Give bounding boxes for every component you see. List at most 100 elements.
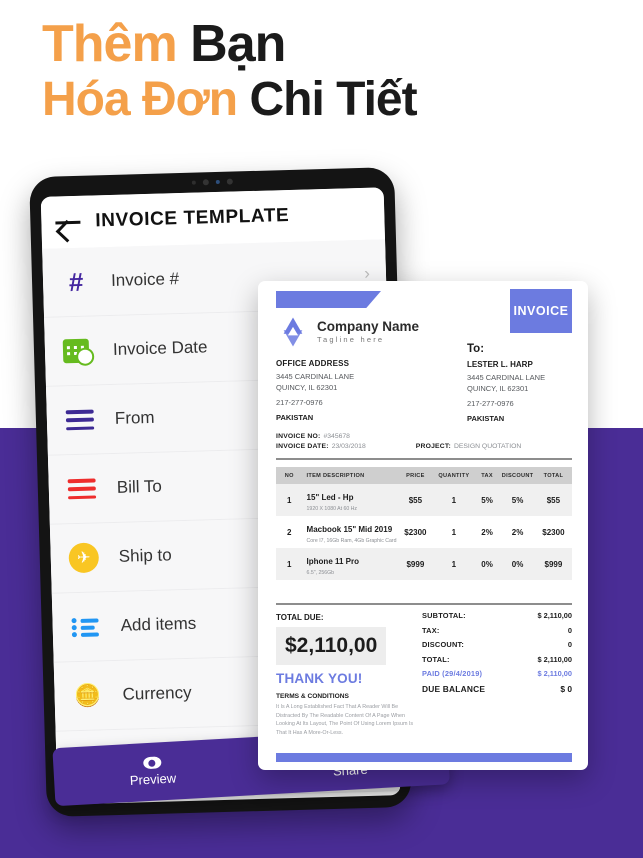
invoice-brand: Company Name Tagline here <box>276 315 419 349</box>
bill-to-phone: 217-277-0976 <box>467 398 514 408</box>
preview-label: Preview <box>129 770 177 789</box>
meta-divider <box>276 458 572 460</box>
summary-label: SUBTOTAL: <box>422 611 466 620</box>
total-due-label: TOTAL DUE: <box>276 613 324 622</box>
invoice-bottom-bar <box>276 753 572 762</box>
summary-value: 0 <box>567 640 572 649</box>
summary-row-tax: TAX: 0 <box>422 626 572 635</box>
invoice-preview-card: INVOICE Company Name Tagline here OFFICE… <box>258 281 588 770</box>
cell-discount: 2% <box>511 527 524 537</box>
th-description: ITEM DESCRIPTION <box>306 472 365 479</box>
cell-description: Macbook 15" Mid 2019 Core I7, 16Gb Ram, … <box>303 519 397 545</box>
headline-rest-1: Bạn <box>176 15 286 73</box>
airplane-icon: ✈ <box>66 540 101 575</box>
preview-button[interactable]: Preview <box>53 751 252 792</box>
cell-quantity: 1 <box>451 559 457 569</box>
office-phone: 217-277-0976 <box>276 397 323 407</box>
summary-row-due-balance: DUE BALANCE $ 0 <box>422 684 572 694</box>
purple-lines-icon <box>62 402 97 437</box>
page-title: Thêm Bạn Hóa Đơn Chi Tiết <box>42 18 418 126</box>
office-address-line-2: QUINCY, IL 62301 <box>276 382 338 392</box>
invoice-brand-text: Company Name Tagline here <box>317 318 420 345</box>
hash-icon: # <box>68 266 84 298</box>
summary-row-subtotal: SUBTOTAL: $ 2,110,00 <box>422 611 572 620</box>
project-value: DESIGN QUOTATION <box>453 442 522 450</box>
cell-price: $999 <box>406 559 425 569</box>
invoice-number-row: INVOICE NO: #345678 <box>276 433 572 440</box>
office-address-line-1: 3445 CARDINAL LANE <box>276 372 355 381</box>
item-name: 15" Led - Hp <box>306 493 354 503</box>
cell-total: $999 <box>544 559 563 569</box>
office-address-heading: OFFICE ADDRESS <box>276 359 350 368</box>
cell-total: $55 <box>546 495 561 505</box>
bill-to-heading: To: <box>467 343 485 355</box>
back-arrow-icon[interactable] <box>55 211 82 234</box>
invoice-date-value: 23/03/2018 <box>331 442 366 450</box>
th-discount: DISCOUNT <box>501 472 534 479</box>
invoice-meta-block: INVOICE NO: #345678 INVOICE DATE: 23/03/… <box>276 433 572 452</box>
cell-quantity: 1 <box>451 527 457 537</box>
eye-icon <box>142 756 162 770</box>
table-row: 2 Macbook 15" Mid 2019 Core I7, 16Gb Ram… <box>276 516 572 548</box>
cell-description: 15" Led - Hp 1920 X 1080 At 60 Hz <box>303 487 397 513</box>
coins-icon: 🪙 <box>73 682 102 709</box>
cell-no: 1 <box>287 559 292 569</box>
table-row: 1 15" Led - Hp 1920 X 1080 At 60 Hz $55 … <box>276 484 572 516</box>
bill-to-line-1: 3445 CARDINAL LANE <box>467 373 546 382</box>
invoice-top-ribbon <box>276 291 381 308</box>
summary-label: DUE BALANCE <box>422 683 486 694</box>
bill-to-block: To: LESTER L. HARP 3445 CARDINAL LANE QU… <box>467 343 572 425</box>
bill-to-line-2: QUINCY, IL 62301 <box>467 383 529 393</box>
cell-price: $55 <box>408 495 423 505</box>
summary-value: $ 2,110,00 <box>537 611 572 620</box>
total-due-amount: $2,110,00 <box>276 627 387 665</box>
thank-you-text: THANK YOU! <box>276 671 363 686</box>
cell-no: 1 <box>287 495 292 505</box>
cell-quantity: 1 <box>451 495 457 505</box>
summary-row-discount: DISCOUNT: 0 <box>422 640 572 649</box>
project-label: PROJECT: <box>415 442 451 450</box>
summary-value: 0 <box>567 625 572 635</box>
cell-tax: 5% <box>481 495 493 505</box>
summary-label: DISCOUNT: <box>422 640 465 649</box>
headline-accent-1: Thêm <box>42 15 178 73</box>
invoice-summary-table: SUBTOTAL: $ 2,110,00 TAX: 0 DISCOUNT: 0 … <box>422 611 572 699</box>
star-logo-icon <box>283 317 303 347</box>
invoice-date-label: INVOICE DATE: <box>276 442 329 450</box>
cell-tax: 2% <box>481 527 493 537</box>
item-subtitle: 6.5", 256Gb <box>306 570 335 577</box>
headline-line-2: Hóa Đơn Chi Tiết <box>42 73 418 126</box>
th-no: NO <box>284 472 294 479</box>
invoice-number-value: #345678 <box>323 433 350 440</box>
summary-value: $ 0 <box>560 683 572 694</box>
summary-value: $ 2,110,00 <box>537 654 572 664</box>
office-country: PAKISTAN <box>276 412 314 422</box>
cell-discount: 5% <box>511 495 524 505</box>
summary-label: TOTAL: <box>422 654 450 664</box>
item-name: Macbook 15" Mid 2019 <box>306 525 393 535</box>
item-name: Iphone 11 Pro <box>306 557 360 567</box>
invoice-line-items-table: NO ITEM DESCRIPTION PRICE QUANTITY TAX D… <box>276 467 572 580</box>
bill-to-country: PAKISTAN <box>467 413 505 423</box>
headline-accent-2: Hóa Đơn <box>42 73 238 126</box>
bill-to-name: LESTER L. HARP <box>467 360 533 369</box>
summary-value: $ 2,110,00 <box>537 669 572 678</box>
app-bar: INVOICE TEMPLATE <box>40 187 386 249</box>
table-header-row: NO ITEM DESCRIPTION PRICE QUANTITY TAX D… <box>276 467 572 484</box>
item-subtitle: Core I7, 16Gb Ram, 4Gb Graphic Card <box>306 538 397 545</box>
summary-row-total: TOTAL: $ 2,110,00 <box>422 655 572 664</box>
company-name: Company Name <box>317 318 420 334</box>
invoice-number-label: INVOICE NO: <box>276 433 321 440</box>
headline-line-1: Thêm Bạn <box>42 18 417 70</box>
totals-divider <box>276 603 572 605</box>
summary-label: PAID (29/4/2019) <box>422 669 483 678</box>
invoice-badge: INVOICE <box>510 289 572 333</box>
th-total: TOTAL <box>543 472 564 479</box>
cell-total: $2300 <box>542 527 565 537</box>
terms-heading: TERMS & CONDITIONS <box>276 693 349 700</box>
headline-rest-2: Chi Tiết <box>237 73 417 126</box>
app-title: INVOICE TEMPLATE <box>95 204 290 232</box>
sensor-dot-blue-icon <box>215 179 220 185</box>
red-lines-icon <box>64 471 99 506</box>
th-price: PRICE <box>406 472 425 479</box>
